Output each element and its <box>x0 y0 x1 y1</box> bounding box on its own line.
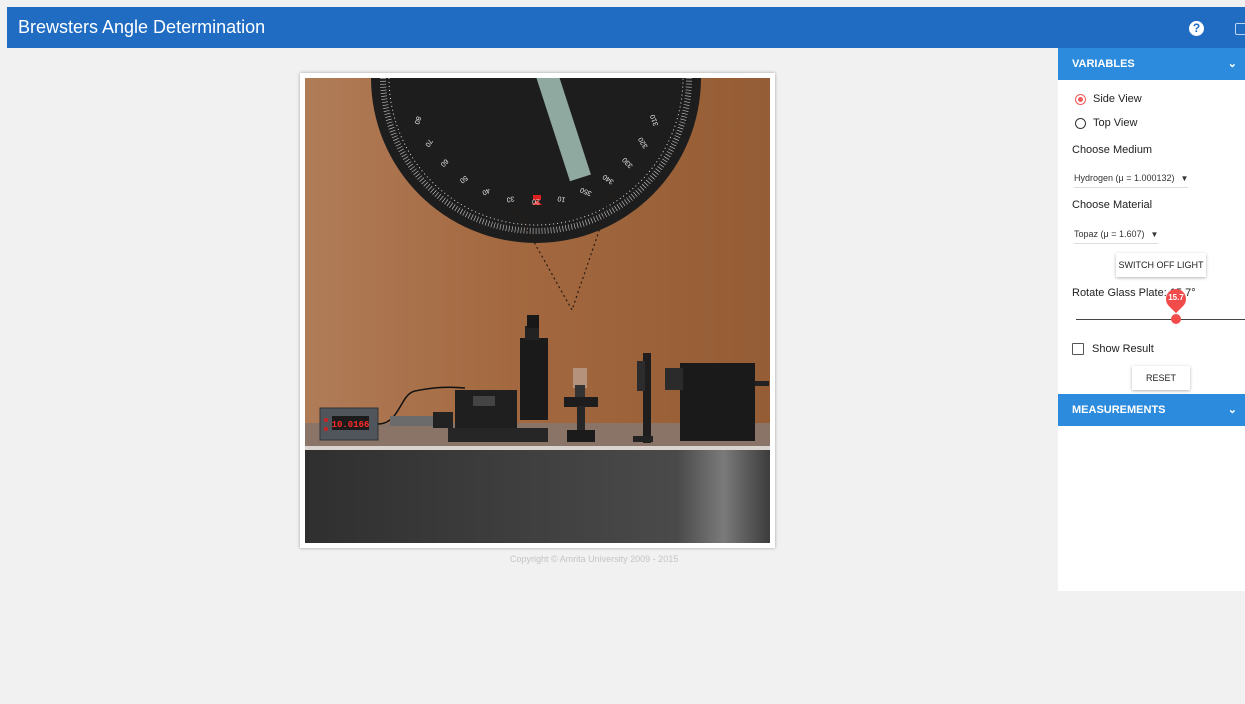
measurements-header-label: MEASUREMENTS <box>1072 404 1166 416</box>
copyright-text: Copyright © Amrita University 2009 - 201… <box>510 554 679 564</box>
side-view-label: Side View <box>1093 93 1142 105</box>
reset-button[interactable]: RESET <box>1132 366 1190 390</box>
light-source <box>665 363 769 441</box>
meter-reading: 10.0166 <box>332 420 370 430</box>
side-view-radio[interactable]: Side View <box>1075 93 1142 105</box>
material-selected-value: Topaz (μ = 1.607) <box>1074 229 1145 239</box>
simulation-canvas: 807060504030 20 10350340330320310 10.0166 <box>305 78 770 543</box>
variables-panel: VARIABLES ⌄ Side View Top View Choose Me… <box>1058 48 1245 591</box>
simulation-frame: 80 70 60 50 40 30 20 10 350 340 330 320 310 10.0166 <box>300 73 775 548</box>
variables-section-header[interactable]: VARIABLES ⌄ <box>1058 48 1245 80</box>
show-result-checkbox[interactable]: Show Result <box>1072 343 1154 356</box>
dial-label: 20 <box>532 198 540 205</box>
help-icon[interactable]: ? <box>1189 21 1204 36</box>
top-app-bar: Brewsters Angle Determination ? <box>7 7 1245 48</box>
slider-value-text: 15.7 <box>1168 293 1184 302</box>
switch-light-button[interactable]: SWITCH OFF LIGHT <box>1116 253 1206 277</box>
fullscreen-icon[interactable] <box>1235 23 1245 35</box>
measurements-section-header[interactable]: MEASUREMENTS ⌄ <box>1058 394 1245 426</box>
radio-unchecked-icon <box>1075 117 1086 129</box>
chevron-down-icon: ⌄ <box>1227 404 1237 416</box>
material-select[interactable]: Topaz (μ = 1.607) ▼ <box>1074 229 1159 244</box>
show-result-label: Show Result <box>1092 343 1154 355</box>
medium-selected-value: Hydrogen (μ = 1.000132) <box>1074 173 1175 183</box>
choose-material-label: Choose Material <box>1072 199 1153 211</box>
rotate-slider-thumb[interactable] <box>1171 314 1181 324</box>
medium-select[interactable]: Hydrogen (μ = 1.000132) ▼ <box>1074 173 1189 188</box>
checkbox-icon <box>1072 343 1084 356</box>
rotate-slider-track[interactable] <box>1076 319 1245 320</box>
variables-header-label: VARIABLES <box>1072 58 1135 70</box>
digital-meter: 10.0166 <box>319 407 379 441</box>
app-title: Brewsters Angle Determination <box>18 17 266 37</box>
top-view-label: Top View <box>1093 117 1138 129</box>
bench-body <box>305 450 770 543</box>
radio-checked-icon <box>1075 93 1086 105</box>
caret-down-icon: ▼ <box>1180 174 1189 183</box>
top-view-radio[interactable]: Top View <box>1075 117 1137 129</box>
choose-medium-label: Choose Medium <box>1072 144 1153 156</box>
caret-down-icon: ▼ <box>1150 230 1159 239</box>
chevron-down-icon: ⌄ <box>1227 58 1237 70</box>
